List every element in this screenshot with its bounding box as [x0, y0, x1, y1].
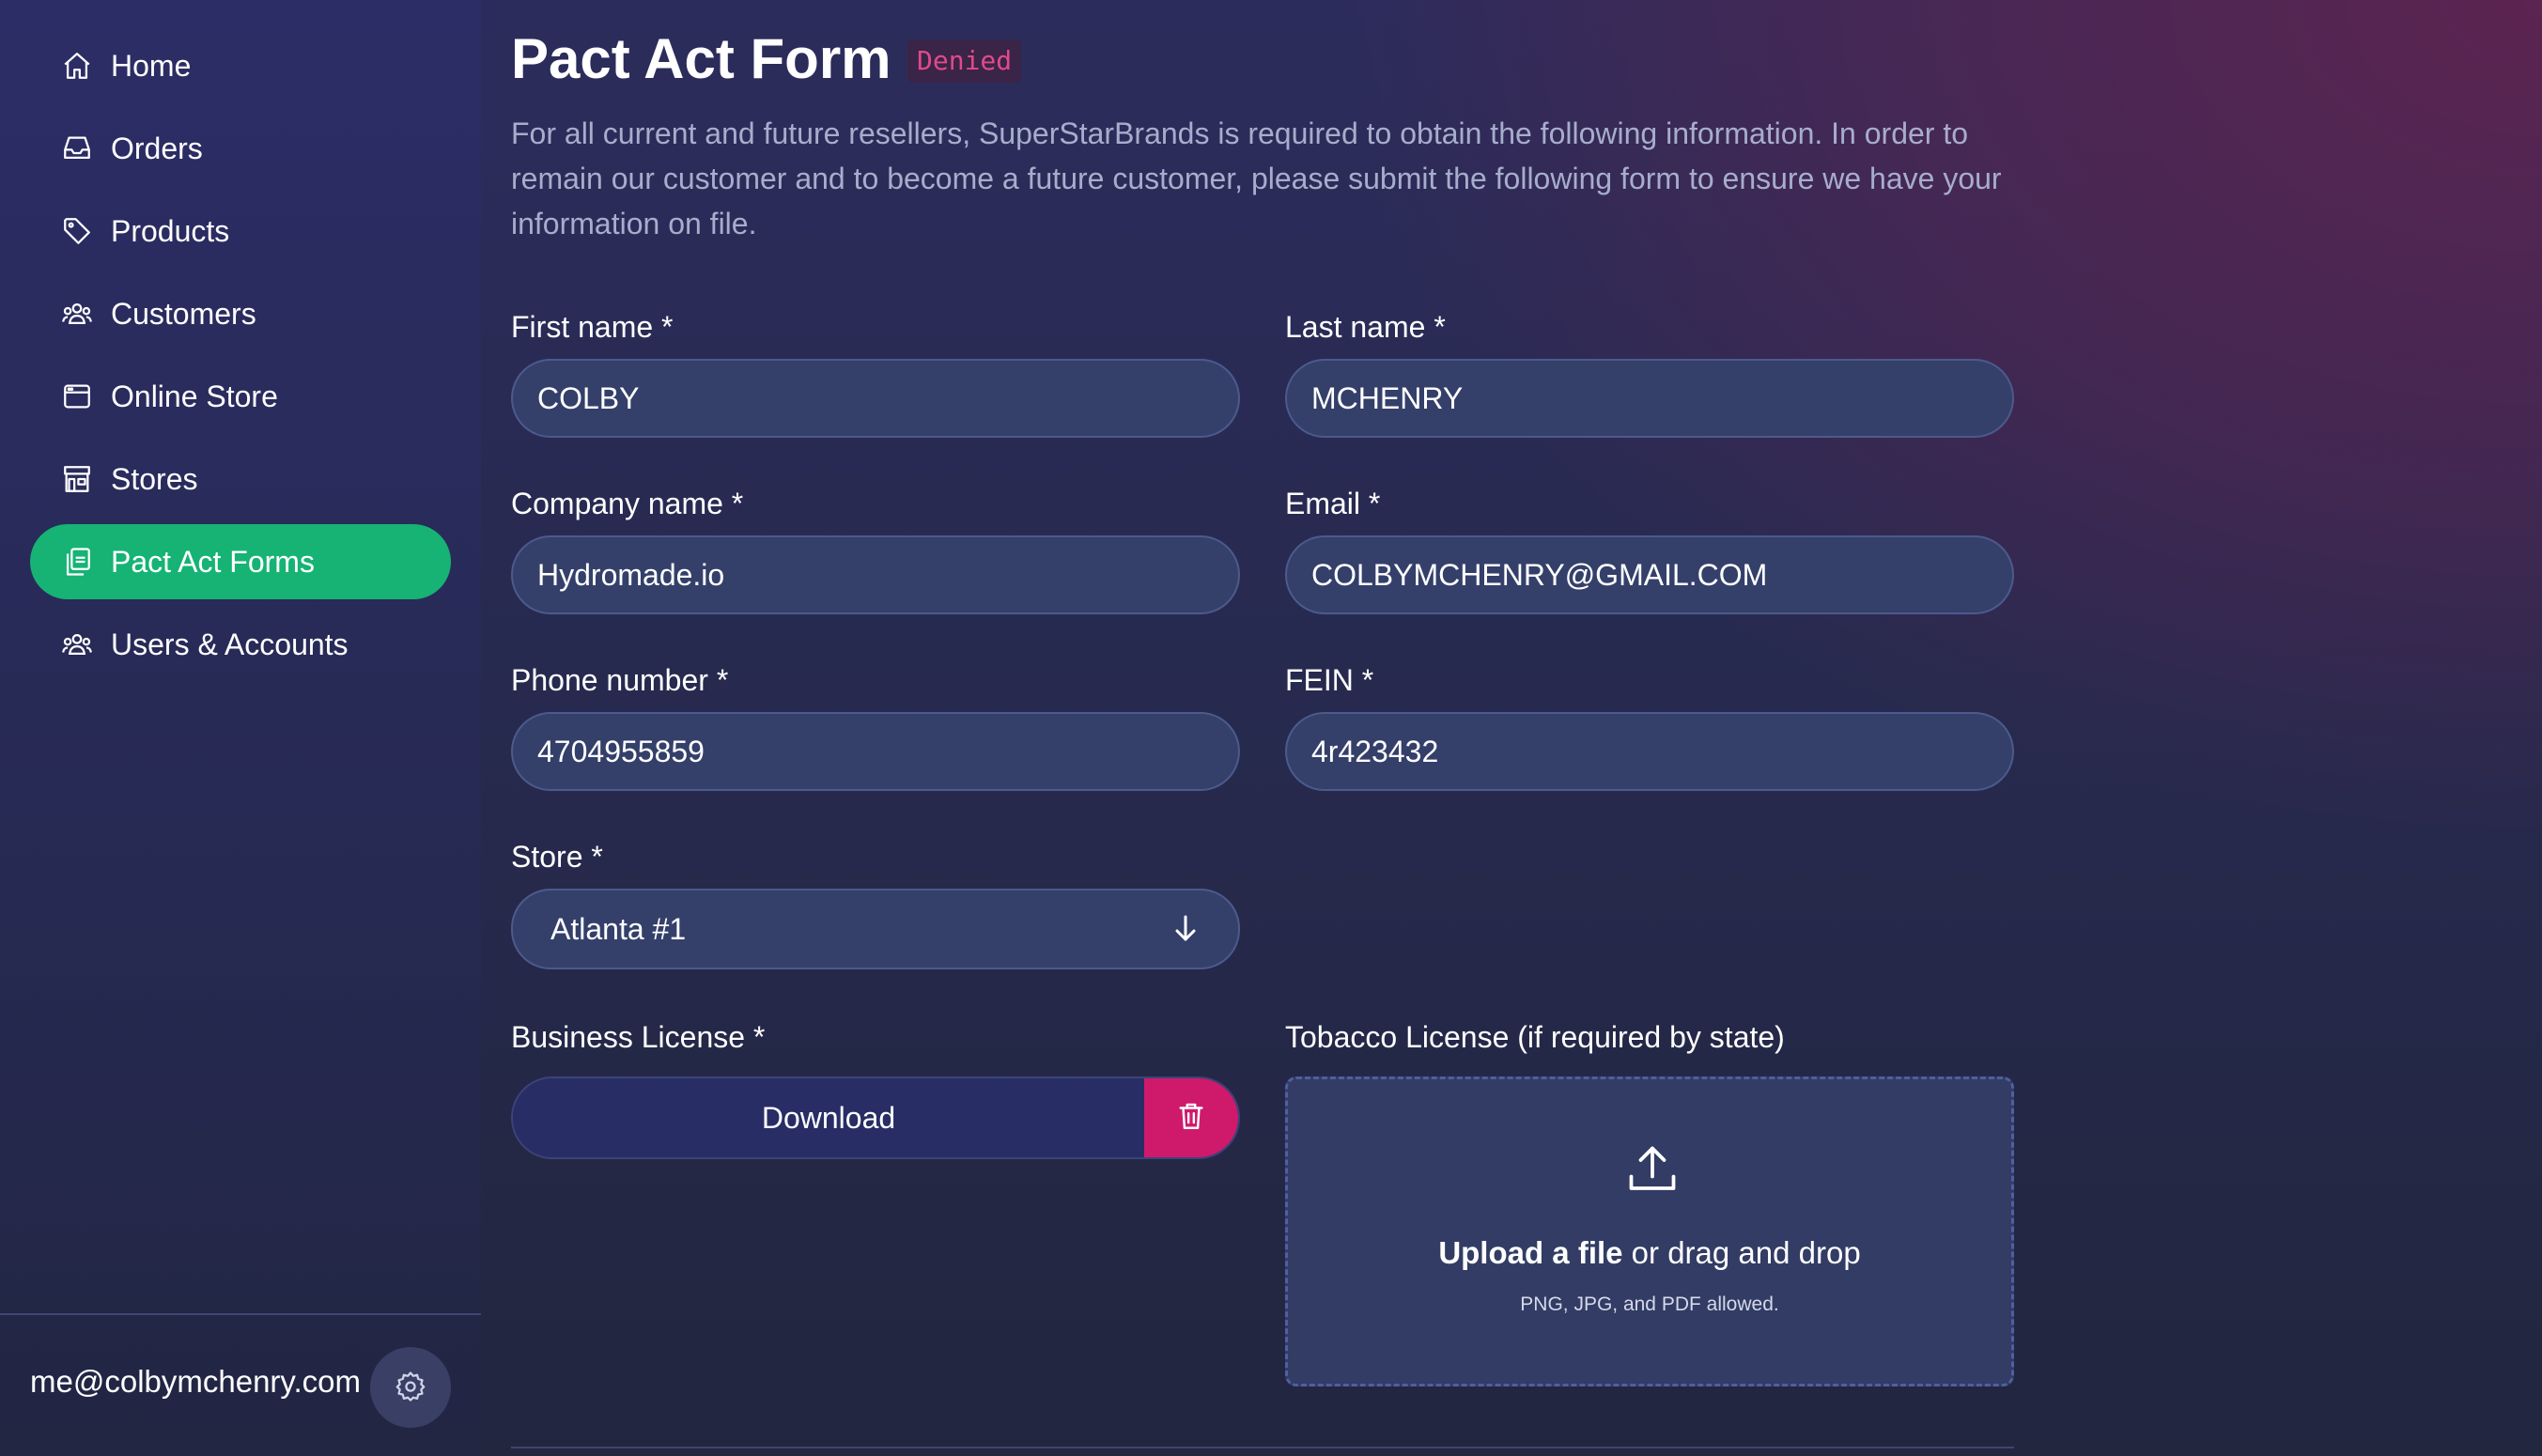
gear-icon: [395, 1370, 426, 1406]
sidebar-divider: [0, 1313, 481, 1315]
settings-button[interactable]: [370, 1347, 451, 1428]
sidebar-item-orders[interactable]: Orders: [30, 111, 451, 186]
upload-drag-text: or drag and drop: [1622, 1235, 1861, 1270]
storefront-icon: [60, 462, 94, 496]
delete-button[interactable]: [1144, 1078, 1238, 1157]
first-name-field[interactable]: COLBY: [511, 359, 1240, 438]
arrow-down-icon: [1175, 915, 1196, 941]
page-description: For all current and future resellers, Su…: [511, 116, 2002, 240]
status-badge: Denied: [907, 39, 1022, 83]
store-label: Store *: [511, 840, 603, 874]
company-name-label: Company name *: [511, 487, 744, 520]
last-name-label: Last name *: [1285, 310, 1446, 344]
sidebar-item-label: Customers: [111, 296, 256, 331]
home-icon: [60, 49, 94, 83]
user-email: me@colbymchenry.com: [30, 1364, 361, 1399]
upload-hint: PNG, JPG, and PDF allowed.: [1520, 1293, 1779, 1315]
sidebar-item-products[interactable]: Products: [30, 194, 451, 269]
users-icon: [60, 297, 94, 331]
email-field[interactable]: COLBYMCHENRY@GMAIL.COM: [1285, 535, 2014, 614]
business-license-label: Business License *: [511, 1020, 766, 1054]
sidebar-item-label: Home: [111, 48, 192, 83]
sidebar-item-users-accounts[interactable]: Users & Accounts: [30, 607, 451, 682]
clipboard-icon: [60, 545, 94, 579]
sidebar-item-online-store[interactable]: Online Store: [30, 359, 451, 434]
trash-icon: [1175, 1100, 1207, 1137]
form-divider: [511, 1447, 2014, 1448]
sidebar-item-label: Stores: [111, 461, 198, 496]
tobacco-license-dropzone[interactable]: Upload a file or drag and drop PNG, JPG,…: [1285, 1077, 2014, 1386]
sidebar-item-label: Orders: [111, 131, 203, 165]
sidebar: Home Orders Products Customers Online St…: [0, 0, 481, 1456]
upload-file-link[interactable]: Upload a file: [1438, 1235, 1622, 1270]
store-select-value: Atlanta #1: [550, 911, 687, 946]
sidebar-item-label: Products: [111, 213, 230, 248]
first-name-label: First name *: [511, 310, 674, 344]
download-button[interactable]: Download: [513, 1078, 1144, 1157]
company-name-field[interactable]: Hydromade.io: [511, 535, 1240, 614]
email-label: Email *: [1285, 487, 1381, 520]
phone-field[interactable]: 4704955859: [511, 712, 1240, 791]
sidebar-item-label: Online Store: [111, 379, 278, 413]
business-license-control: Download: [511, 1077, 1240, 1159]
sidebar-item-label: Pact Act Forms: [111, 544, 315, 579]
last-name-field[interactable]: MCHENRY: [1285, 359, 2014, 438]
tag-icon: [60, 214, 94, 248]
phone-label: Phone number *: [511, 663, 729, 697]
fein-field[interactable]: 4r423432: [1285, 712, 2014, 791]
store-select[interactable]: Atlanta #1: [511, 889, 1240, 969]
sidebar-item-stores[interactable]: Stores: [30, 441, 451, 517]
window-icon: [60, 379, 94, 413]
sidebar-item-label: Users & Accounts: [111, 627, 349, 661]
sidebar-item-home[interactable]: Home: [30, 28, 451, 103]
fein-label: FEIN *: [1285, 663, 1374, 697]
upload-icon: [1629, 1146, 1676, 1190]
upload-text: Upload a file or drag and drop: [1288, 1235, 2011, 1271]
inbox-icon: [60, 132, 94, 165]
sidebar-item-pact-act-forms[interactable]: Pact Act Forms: [30, 524, 451, 599]
sidebar-item-customers[interactable]: Customers: [30, 276, 451, 351]
users-icon: [60, 627, 94, 661]
tobacco-license-label: Tobacco License (if required by state): [1285, 1020, 1785, 1054]
page-title: Pact Act Form: [511, 27, 891, 90]
